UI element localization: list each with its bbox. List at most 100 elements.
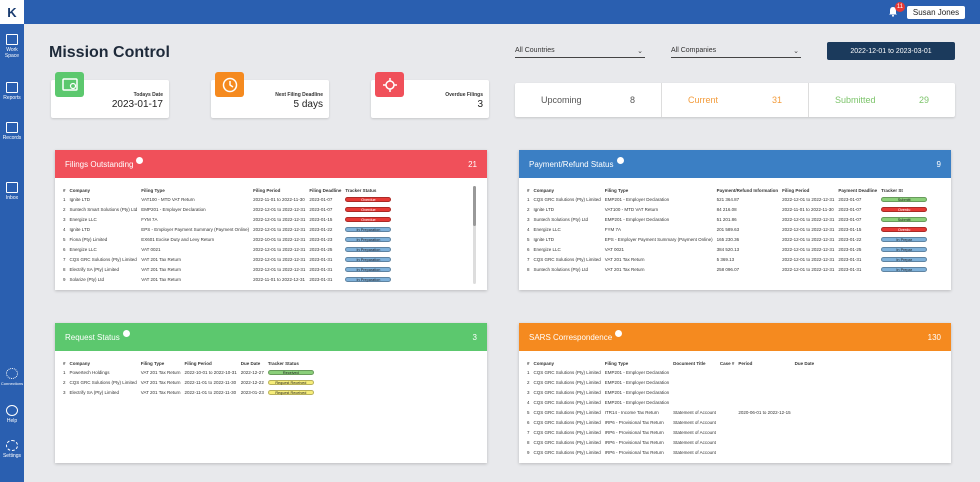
table-cell	[795, 447, 819, 457]
table-row[interactable]: 3 CQS GRC Solutions (Pty) Limited EMP201 -…	[527, 387, 818, 397]
column-header[interactable]: Tracker St	[881, 186, 931, 194]
workspace-icon	[6, 34, 18, 45]
table-cell: Statement of Account	[673, 419, 716, 425]
table-row[interactable]: 9 CQS GRC Solutions (Pty) Limited IRP6 - P…	[527, 447, 818, 457]
status-submitted[interactable]: Submitted 29	[809, 83, 955, 117]
status-current[interactable]: Current 31	[662, 83, 809, 117]
table-row[interactable]: 2 CQS GRC Solutions (Pty) Limited EMP201 -…	[527, 377, 818, 387]
nav-help[interactable]: Help	[0, 405, 24, 424]
date-range-button[interactable]: 2022-12-01 to 2023-03-01	[827, 42, 955, 60]
column-header[interactable]: Payment Deadline	[838, 186, 881, 194]
table-row[interactable]: 7 CQS GRC Solutions (Pty) Limited VAT 201 …	[63, 254, 395, 264]
column-header[interactable]: Filing Period	[185, 359, 241, 367]
table-row[interactable]: 5 CQS GRC Solutions (Pty) Limited ITR14 - …	[527, 407, 818, 417]
table-row[interactable]: 6 Energize LLC VAT 0021 2022-12-01 to 2022-…	[63, 244, 395, 254]
table-row[interactable]: 3 Suntech Solutions (Pty) Ltd EMP201 - Emp…	[527, 214, 931, 224]
table-cell: EMP201 - Employer Declaration	[141, 206, 206, 212]
table-cell: Suntech Solutions (Pty) Ltd	[533, 266, 589, 272]
info-icon[interactable]	[616, 156, 624, 164]
nav-workspace[interactable]: Work Space	[0, 34, 24, 59]
table-cell	[720, 387, 739, 397]
table-cell: Suntech Smart Solutions (Pty) Ltd	[69, 206, 138, 212]
column-header[interactable]: Period	[738, 359, 794, 367]
nav-inbox[interactable]: Inbox	[0, 182, 24, 201]
table-row[interactable]: 4 Energize LLC FYM 7A 201 589.63 2022-12-01 …	[527, 224, 931, 234]
table-cell: Statement of Account	[673, 439, 716, 445]
table-cell: CQS GRC Solutions (Pty) Limited	[533, 196, 601, 202]
table-cell: In Prepar	[881, 264, 931, 274]
column-header[interactable]: Company	[70, 186, 142, 194]
column-header[interactable]: Filing Type	[605, 186, 717, 194]
payment-refund-table: # Company Filing Type Payment/Refund Inform…	[527, 186, 931, 274]
nav-records[interactable]: Records	[0, 122, 24, 141]
company-select[interactable]: All Companies ⌄	[671, 44, 801, 58]
table-row[interactable]: 7 CQS GRC Solutions (Pty) Limited VAT 201 …	[527, 254, 931, 264]
column-header[interactable]: Due Date	[241, 359, 268, 367]
nav-reports[interactable]: Reports	[0, 82, 24, 101]
table-row[interactable]: 1 Powertech Holdings VAT 201 Tax Return 202…	[63, 367, 318, 377]
table-row[interactable]: 9 Solarize (Pty) Ltd VAT 201 Tax Return 202…	[63, 274, 395, 284]
table-row[interactable]: 2 CQS GRC Solutions (Pty) Limited VAT 201 …	[63, 377, 318, 387]
column-header[interactable]: Filing Type	[605, 359, 673, 367]
column-header[interactable]: Payment/Refund Information	[717, 186, 783, 194]
status-value: 31	[771, 95, 782, 105]
scrollbar-thumb[interactable]	[473, 186, 476, 226]
column-header[interactable]: Document Title	[673, 359, 720, 367]
table-row[interactable]: 3 Electrify SA (Pty) Limited VAT 201 Tax R…	[63, 387, 318, 397]
table-row[interactable]: 5 Ignite LTD EPS - Employer Payment Summar…	[527, 234, 931, 244]
app-logo[interactable]: K	[0, 0, 24, 24]
info-icon[interactable]	[122, 329, 130, 337]
table-cell: VAT 201 Tax Return	[140, 369, 181, 375]
status-badge: In Prepar	[881, 246, 928, 252]
table-row[interactable]: 2 Suntech Smart Solutions (Pty) Ltd EMP201…	[63, 204, 395, 214]
table-cell: IRP6 - Provisional Tax Return	[604, 429, 664, 435]
column-header[interactable]: Due Date	[795, 359, 819, 367]
table-row[interactable]: 6 Energize LLC VAT 0021 384 520.13 2022-12-0…	[527, 244, 931, 254]
user-menu-button[interactable]: Susan Jones	[907, 6, 965, 19]
nav-label: Connections	[0, 381, 24, 386]
table-row[interactable]: 8 CQS GRC Solutions (Pty) Limited IRP6 - P…	[527, 437, 818, 447]
country-select[interactable]: All Countries ⌄	[515, 44, 645, 58]
column-header[interactable]: Company	[534, 186, 605, 194]
table-row[interactable]: 8 Electrify SA (Pty) Limited VAT 201 Tax R…	[63, 264, 395, 274]
panel-title: Filings Outstanding	[65, 159, 134, 169]
column-header[interactable]: Company	[70, 359, 141, 367]
table-cell: IRP6 - Provisional Tax Return	[604, 419, 664, 425]
table-row[interactable]: 1 CQS GRC Solutions (Pty) Limited EMP201 -…	[527, 367, 818, 377]
table-cell	[673, 387, 720, 397]
table-cell: VAT100 - MTD VAT Return	[604, 206, 659, 212]
table-cell	[795, 407, 819, 417]
table-cell: 384 520.13	[716, 246, 740, 252]
column-header[interactable]: Filing Type	[141, 186, 253, 194]
table-row[interactable]: 4 CQS GRC Solutions (Pty) Limited EMP201 -…	[527, 397, 818, 407]
column-header[interactable]: Filing Period	[253, 186, 309, 194]
table-row[interactable]: 5 Fiona (Pty) Limited EX601 Excise Duty an…	[63, 234, 395, 244]
table-row[interactable]: 3 Energize LLC FYM 7A 2022-12-01 to 2022-12…	[63, 214, 395, 224]
table-cell: 84 216.08	[716, 206, 737, 212]
table-row[interactable]: 4 Ignite LTD EPS - Employer Payment Summar…	[63, 224, 395, 234]
nav-settings[interactable]: Settings	[0, 440, 24, 459]
info-icon[interactable]	[136, 156, 144, 164]
table-cell: Overdu	[881, 204, 931, 214]
column-header[interactable]: Tracker Status	[345, 186, 395, 194]
nav-connections[interactable]: Connections	[0, 368, 24, 387]
column-header[interactable]: Filing Deadline	[309, 186, 345, 194]
table-row[interactable]: 8 Suntech Solutions (Pty) Ltd VAT 201 Tax …	[527, 264, 931, 274]
table-cell: CQS GRC Solutions (Pty) Limited	[69, 379, 137, 385]
info-icon[interactable]	[615, 329, 623, 337]
table-row[interactable]: 1 CQS GRC Solutions (Pty) Limited EMP201 -…	[527, 194, 931, 204]
table-row[interactable]: 2 Ignite LTD VAT100 - MTD VAT Return 84 216…	[527, 204, 931, 214]
table-row[interactable]: 6 CQS GRC Solutions (Pty) Limited IRP6 - P…	[527, 417, 818, 427]
status-upcoming[interactable]: Upcoming 8	[515, 83, 662, 117]
table-row[interactable]: 1 Ignite LTD VAT100 - MTD VAT Return 2022-1…	[63, 194, 395, 204]
column-header[interactable]: Filing Type	[141, 359, 185, 367]
column-header[interactable]: Filing Period	[782, 186, 838, 194]
table-row[interactable]: 7 CQS GRC Solutions (Pty) Limited IRP6 - P…	[527, 427, 818, 437]
table-cell: FYM 7A	[604, 226, 622, 232]
sidebar: K Work Space Reports Records Inbox Conne…	[0, 0, 24, 482]
table-cell	[738, 377, 794, 387]
column-header[interactable]: Company	[534, 359, 605, 367]
table-cell: 5 369.13	[716, 256, 735, 262]
column-header[interactable]: Tracker Status	[268, 359, 318, 367]
column-header[interactable]: Case #	[720, 359, 739, 367]
